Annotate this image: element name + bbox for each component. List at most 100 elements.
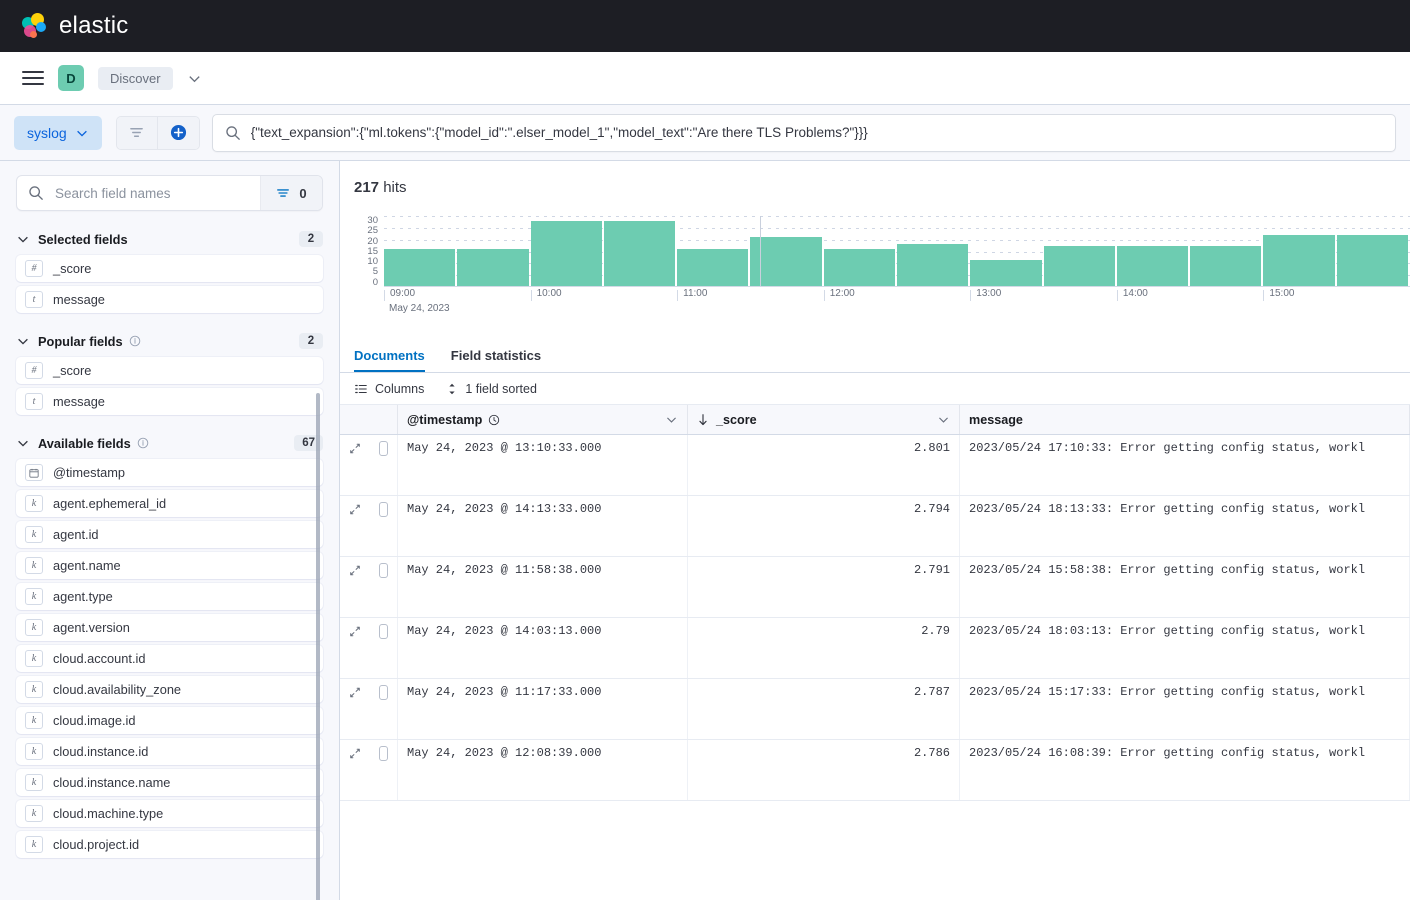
list-item[interactable]: k cloud.account.id xyxy=(16,645,323,672)
x-tick: 09:00 xyxy=(384,290,415,301)
expand-row-icon[interactable] xyxy=(340,679,370,739)
x-tick: 10:00 xyxy=(531,290,562,301)
info-icon[interactable] xyxy=(137,437,149,449)
list-item[interactable]: k cloud.availability_zone xyxy=(16,676,323,703)
chart-bar[interactable] xyxy=(897,244,968,286)
sidebar-section-available-fields[interactable]: Available fields 67 xyxy=(16,435,323,451)
chevron-down-icon[interactable] xyxy=(187,71,202,86)
cell-message: 2023/05/24 15:17:33: Error getting confi… xyxy=(960,679,1410,739)
table-row[interactable]: May 24, 2023 @ 14:13:33.0002.7942023/05/… xyxy=(340,496,1410,557)
list-item[interactable]: k agent.version xyxy=(16,614,323,641)
row-select-checkbox[interactable] xyxy=(370,557,398,617)
cell-timestamp: May 24, 2023 @ 13:10:33.000 xyxy=(398,435,688,495)
field-type-keyword-icon: k xyxy=(25,495,43,512)
row-select-checkbox[interactable] xyxy=(370,740,398,800)
list-item[interactable]: # _score xyxy=(16,357,323,384)
chart-bar[interactable] xyxy=(750,237,821,286)
row-select-checkbox[interactable] xyxy=(370,679,398,739)
list-item[interactable]: k agent.name xyxy=(16,552,323,579)
field-type-number-icon: # xyxy=(25,362,43,379)
column-header-score[interactable]: _score xyxy=(688,405,960,434)
row-select-checkbox[interactable] xyxy=(370,618,398,678)
list-item[interactable]: k cloud.image.id xyxy=(16,707,323,734)
expand-row-icon[interactable] xyxy=(340,557,370,617)
field-type-date-icon xyxy=(25,464,43,481)
sort-button[interactable]: 1 field sorted xyxy=(446,382,537,396)
expand-row-icon[interactable] xyxy=(340,496,370,556)
breadcrumb[interactable]: Discover xyxy=(98,67,173,90)
table-row[interactable]: May 24, 2023 @ 12:08:39.0002.7862023/05/… xyxy=(340,740,1410,801)
search-icon xyxy=(17,185,55,201)
list-item[interactable]: k agent.ephemeral_id xyxy=(16,490,323,517)
field-name: agent.name xyxy=(53,558,121,573)
app-badge[interactable]: D xyxy=(58,65,84,91)
chart-bar[interactable] xyxy=(1337,235,1408,286)
columns-label: Columns xyxy=(375,382,424,396)
list-item[interactable]: @timestamp xyxy=(16,459,323,486)
filter-icon[interactable] xyxy=(117,117,158,149)
field-search-input[interactable]: Search field names xyxy=(55,186,260,201)
tab-documents[interactable]: Documents xyxy=(354,348,425,372)
cell-timestamp: May 24, 2023 @ 11:17:33.000 xyxy=(398,679,688,739)
tab-field-statistics[interactable]: Field statistics xyxy=(451,348,541,372)
chart-bar[interactable] xyxy=(457,249,528,286)
info-icon[interactable] xyxy=(129,335,141,347)
chart-bar[interactable] xyxy=(1044,246,1115,286)
table-row[interactable]: May 24, 2023 @ 13:10:33.0002.8012023/05/… xyxy=(340,435,1410,496)
chevron-down-icon[interactable] xyxy=(937,413,950,426)
sidebar-scrollbar[interactable] xyxy=(316,393,320,900)
chart-bar[interactable] xyxy=(604,221,675,286)
column-label: message xyxy=(969,413,1023,427)
list-item[interactable]: # _score xyxy=(16,255,323,282)
field-type-text-icon: t xyxy=(25,393,43,410)
dataview-picker[interactable]: syslog xyxy=(14,116,102,150)
expand-row-icon[interactable] xyxy=(340,435,370,495)
section-label: Available fields xyxy=(38,436,131,451)
cell-timestamp: May 24, 2023 @ 14:03:13.000 xyxy=(398,618,688,678)
expand-row-icon[interactable] xyxy=(340,740,370,800)
grid-toolbar: Columns 1 field sorted xyxy=(340,373,1410,405)
time-histogram[interactable]: 30 25 20 15 10 5 0 May 24, 2023 09:001 xyxy=(354,216,1410,311)
list-item[interactable]: k cloud.instance.name xyxy=(16,769,323,796)
list-item[interactable]: k cloud.project.id xyxy=(16,831,323,858)
hits-number: 217 xyxy=(354,179,379,196)
list-item[interactable]: k agent.id xyxy=(16,521,323,548)
expand-row-icon[interactable] xyxy=(340,618,370,678)
cell-score: 2.787 xyxy=(688,679,960,739)
field-filter-button[interactable]: 0 xyxy=(260,176,322,210)
add-filter-plus-icon[interactable] xyxy=(158,117,199,149)
table-row[interactable]: May 24, 2023 @ 14:03:13.0002.792023/05/2… xyxy=(340,618,1410,679)
chart-bar[interactable] xyxy=(384,249,455,286)
field-search-wrapper[interactable]: Search field names 0 xyxy=(16,175,323,211)
columns-button[interactable]: Columns xyxy=(354,382,424,396)
chevron-down-icon[interactable] xyxy=(665,413,678,426)
chart-bar[interactable] xyxy=(677,249,748,286)
cell-score: 2.79 xyxy=(688,618,960,678)
column-header-timestamp[interactable]: @timestamp xyxy=(398,405,688,434)
chart-bar[interactable] xyxy=(824,249,895,286)
sidebar-section-popular-fields[interactable]: Popular fields 2 xyxy=(16,333,323,349)
chart-bar[interactable] xyxy=(1263,235,1334,286)
table-row[interactable]: May 24, 2023 @ 11:17:33.0002.7872023/05/… xyxy=(340,679,1410,740)
column-header-message[interactable]: message xyxy=(960,405,1410,434)
list-item[interactable]: t message xyxy=(16,286,323,313)
hamburger-menu-icon[interactable] xyxy=(22,71,44,85)
row-select-checkbox[interactable] xyxy=(370,496,398,556)
chart-bar[interactable] xyxy=(1190,246,1261,286)
sidebar-section-selected-fields[interactable]: Selected fields 2 xyxy=(16,231,323,247)
table-row[interactable]: May 24, 2023 @ 11:58:38.0002.7912023/05/… xyxy=(340,557,1410,618)
row-select-checkbox[interactable] xyxy=(370,435,398,495)
list-item[interactable]: k agent.type xyxy=(16,583,323,610)
list-item[interactable]: t message xyxy=(16,388,323,415)
chart-bar[interactable] xyxy=(531,221,602,286)
field-name: message xyxy=(53,292,105,307)
column-label: _score xyxy=(716,413,757,427)
chevron-down-icon xyxy=(75,126,89,140)
list-item[interactable]: k cloud.machine.type xyxy=(16,800,323,827)
list-item[interactable]: k cloud.instance.id xyxy=(16,738,323,765)
chart-cursor-line xyxy=(760,216,761,286)
query-input[interactable]: {"text_expansion":{"ml.tokens":{"model_i… xyxy=(251,125,868,140)
chart-bar[interactable] xyxy=(1117,246,1188,286)
query-input-wrapper[interactable]: {"text_expansion":{"ml.tokens":{"model_i… xyxy=(212,114,1396,152)
chart-bar[interactable] xyxy=(970,260,1041,286)
